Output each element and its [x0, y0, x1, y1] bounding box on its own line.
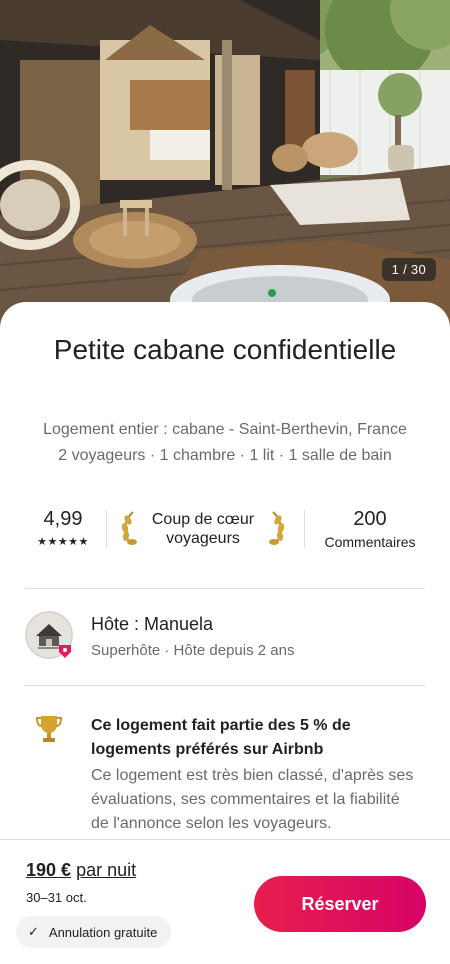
- guest-favorite-badge: Coup de cœur voyageurs: [118, 506, 288, 556]
- reviews-count: 200: [353, 508, 387, 530]
- trophy-icon: [36, 716, 62, 742]
- free-cancellation-badge: ✓ Annulation gratuite: [16, 916, 172, 948]
- reviews-stat[interactable]: 200 Commentaires: [310, 508, 430, 550]
- price-unit: par nuit: [76, 860, 137, 880]
- section-divider: [25, 685, 425, 686]
- guest-favorite-text: Coup de cœur voyageurs: [140, 510, 266, 548]
- listing-title: Petite cabane confidentielle: [53, 334, 397, 365]
- host-avatar[interactable]: [25, 611, 73, 659]
- reviews-label: Commentaires: [324, 534, 416, 550]
- guest-favorite-line1: Coup de cœur: [151, 511, 255, 528]
- listing-photo-image: [0, 0, 450, 330]
- free-cancellation-label: Annulation gratuite: [48, 924, 158, 940]
- rating-stat: 4,99 ★★★★★: [32, 508, 94, 548]
- price-amount: 190 €: [26, 860, 72, 880]
- booking-footer: 190 € par nuit 30–31 oct. ✓ Annulation g…: [0, 839, 450, 964]
- listing-stats: 4,99 ★★★★★ Coup de cœur voyageurs 200 Co…: [20, 504, 430, 560]
- laurel-left-icon: [121, 511, 137, 545]
- rating-stars-icon: ★★★★★: [37, 536, 89, 548]
- stay-dates: 30–31 oct.: [26, 890, 87, 905]
- divider: [304, 510, 305, 548]
- divider: [106, 510, 107, 548]
- highlight-title: Ce logement fait partie des 5 % de logem…: [91, 717, 351, 758]
- highlight-description: Ce logement est très bien classé, d'aprè…: [91, 767, 414, 832]
- listing-details: 2 voyageurs · 1 chambre · 1 lit · 1 sall…: [58, 447, 392, 464]
- guest-favorite-line2: voyageurs: [166, 530, 240, 547]
- price-per-night[interactable]: 190 € par nuit: [26, 860, 136, 881]
- rating-value: 4,99: [43, 508, 83, 530]
- checkmark-icon: ✓: [28, 924, 39, 939]
- listing-photo[interactable]: 1 / 30: [0, 0, 450, 330]
- section-divider: [25, 588, 425, 589]
- reserve-button[interactable]: Réserver: [254, 876, 426, 932]
- host-name[interactable]: Hôte : Manuela: [91, 614, 213, 635]
- laurel-right-icon: [269, 511, 285, 545]
- host-subtitle: Superhôte · Hôte depuis 2 ans: [91, 642, 295, 659]
- photo-counter: 1 / 30: [381, 258, 436, 281]
- listing-location: Logement entier : cabane - Saint-Berthev…: [43, 421, 407, 438]
- superhost-badge-icon: [59, 645, 71, 658]
